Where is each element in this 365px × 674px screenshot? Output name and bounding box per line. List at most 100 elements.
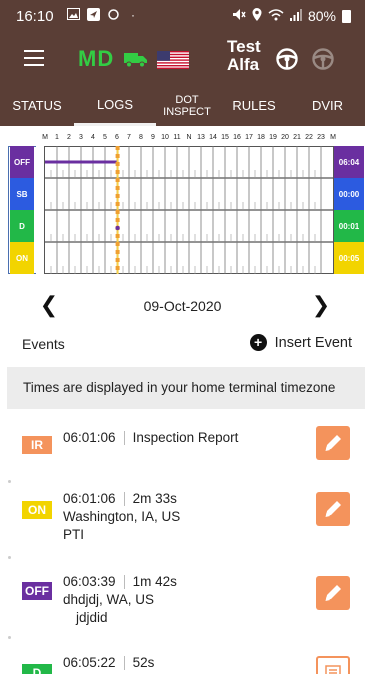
edit-event-button[interactable] (316, 426, 350, 460)
event-header: 06:01:06 Inspection Report (63, 430, 239, 446)
timezone-notice: Times are displayed in your home termina… (7, 367, 365, 409)
status-total-sb: 00:00 (334, 178, 364, 210)
list-item[interactable]: ON 06:01:06 2m 33s Washington, IA, US PTI (0, 488, 365, 568)
wifi-icon (268, 8, 284, 24)
sync-notification-icon (106, 8, 120, 22)
hour-label: 4 (91, 134, 95, 141)
insert-event-button[interactable]: + Insert Event (249, 334, 352, 351)
battery-icon (342, 9, 351, 23)
status-label-on: ON (10, 242, 34, 274)
image-notification-icon (66, 8, 80, 22)
driver-last-name: Alfa (227, 55, 260, 74)
note-icon (325, 665, 341, 674)
event-header: 06:03:39 1m 42s (63, 574, 177, 590)
hour-label: 6 (115, 134, 119, 141)
hour-label: 1 (55, 134, 59, 141)
hour-label: 2 (67, 134, 71, 141)
hour-label: 5 (103, 134, 107, 141)
event-detail: 1m 42s (132, 574, 177, 589)
event-location: dhdjdj, WA, US (63, 592, 155, 607)
tab-status[interactable]: STATUS (0, 86, 74, 126)
event-header: 06:05:22 52s (63, 655, 155, 671)
status-total-on: 00:05 (334, 242, 364, 274)
hour-label: 21 (293, 134, 301, 141)
event-badge: IR (22, 436, 52, 454)
signal-icon (289, 8, 302, 24)
system-status-bar: 16:10 · 80% (0, 0, 365, 32)
truck-icon[interactable] (124, 51, 148, 72)
main-tabs: STATUS LOGS DOT INSPECT RULES DVIR (0, 86, 365, 126)
hour-labels: M 1 2 3 4 5 6 7 8 9 10 11 N 13 14 15 16 17 18 19 20 21 22 23 M (42, 134, 336, 144)
system-indicators: 80% (232, 8, 351, 24)
location-icon (252, 8, 262, 24)
event-badge: ON (22, 501, 52, 519)
plus-circle-icon: + (249, 334, 267, 351)
event-time: 06:01:06 (63, 491, 116, 506)
hour-label: M (42, 134, 48, 141)
edit-event-button[interactable] (316, 576, 350, 610)
events-title: Events (22, 336, 65, 352)
state-code: MD (78, 46, 115, 71)
list-item[interactable]: D 06:05:22 52s (0, 652, 365, 674)
hour-label: 20 (281, 134, 289, 141)
pencil-icon (325, 585, 341, 601)
steering-wheel-icon[interactable] (275, 47, 299, 76)
divider-dot (8, 480, 11, 483)
hour-label: 15 (221, 134, 229, 141)
hour-label: 23 (317, 134, 325, 141)
status-total-off: 06:04 (334, 146, 364, 178)
view-note-button[interactable] (316, 656, 350, 674)
hour-label: 13 (197, 134, 205, 141)
date-navigator: ❮ 09-Oct-2020 ❯ (0, 292, 365, 322)
hour-label: 3 (79, 134, 83, 141)
battery-level: 80% (307, 8, 336, 24)
list-item[interactable]: OFF 06:03:39 1m 42s dhdjdj, WA, US jdjdid (0, 572, 365, 642)
hour-label: N (186, 134, 192, 141)
status-total-d: 00:01 (334, 210, 364, 242)
co-driver-steering-wheel-icon[interactable] (311, 47, 335, 76)
divider-dot (8, 636, 11, 639)
divider-dot (8, 556, 11, 559)
driver-name[interactable]: Test Alfa (227, 38, 261, 74)
tab-dvir[interactable]: DVIR (290, 86, 365, 126)
event-location: Washington, IA, US (63, 509, 181, 524)
event-time: 06:01:06 (63, 430, 116, 445)
tab-rules[interactable]: RULES (218, 86, 290, 126)
insert-event-label: Insert Event (274, 334, 352, 351)
hour-label: 10 (161, 134, 169, 141)
list-item[interactable]: IR 06:01:06 Inspection Report (0, 418, 365, 478)
event-time: 06:03:39 (63, 574, 116, 589)
hour-label: M (330, 134, 336, 141)
hour-label: 19 (269, 134, 277, 141)
hour-label: 11 (173, 134, 181, 141)
event-detail: 2m 33s (132, 491, 177, 506)
next-day-chevron-icon[interactable]: ❯ (306, 292, 336, 318)
event-detail: Inspection Report (132, 430, 239, 445)
events-header: Events + Insert Event (0, 334, 365, 358)
event-time: 06:05:22 (63, 655, 116, 670)
hour-label: 7 (127, 134, 131, 141)
event-note: PTI (63, 527, 85, 542)
event-badge: OFF (22, 582, 52, 600)
hour-label: 22 (305, 134, 313, 141)
pencil-icon (325, 501, 341, 517)
status-label-d: D (10, 210, 34, 242)
edit-event-button[interactable] (316, 492, 350, 526)
hour-label: 16 (233, 134, 241, 141)
mute-icon (232, 8, 246, 24)
status-label-sb: SB (10, 178, 34, 210)
log-grid-chart[interactable] (44, 146, 334, 274)
status-label-off: OFF (10, 146, 34, 178)
tab-dot-inspect-label: DOT INSPECT (163, 94, 211, 118)
hour-label: 14 (209, 134, 217, 141)
pencil-icon (325, 435, 341, 451)
tab-dot-inspect[interactable]: DOT INSPECT (156, 86, 218, 126)
us-flag-icon[interactable] (157, 51, 189, 69)
hour-label: 9 (151, 134, 155, 141)
status-change-dot (115, 225, 120, 231)
event-header: 06:01:06 2m 33s (63, 491, 177, 507)
hour-label: 8 (139, 134, 143, 141)
menu-icon[interactable] (24, 50, 44, 71)
tab-logs[interactable]: LOGS (74, 86, 156, 126)
event-detail: 52s (132, 655, 155, 670)
